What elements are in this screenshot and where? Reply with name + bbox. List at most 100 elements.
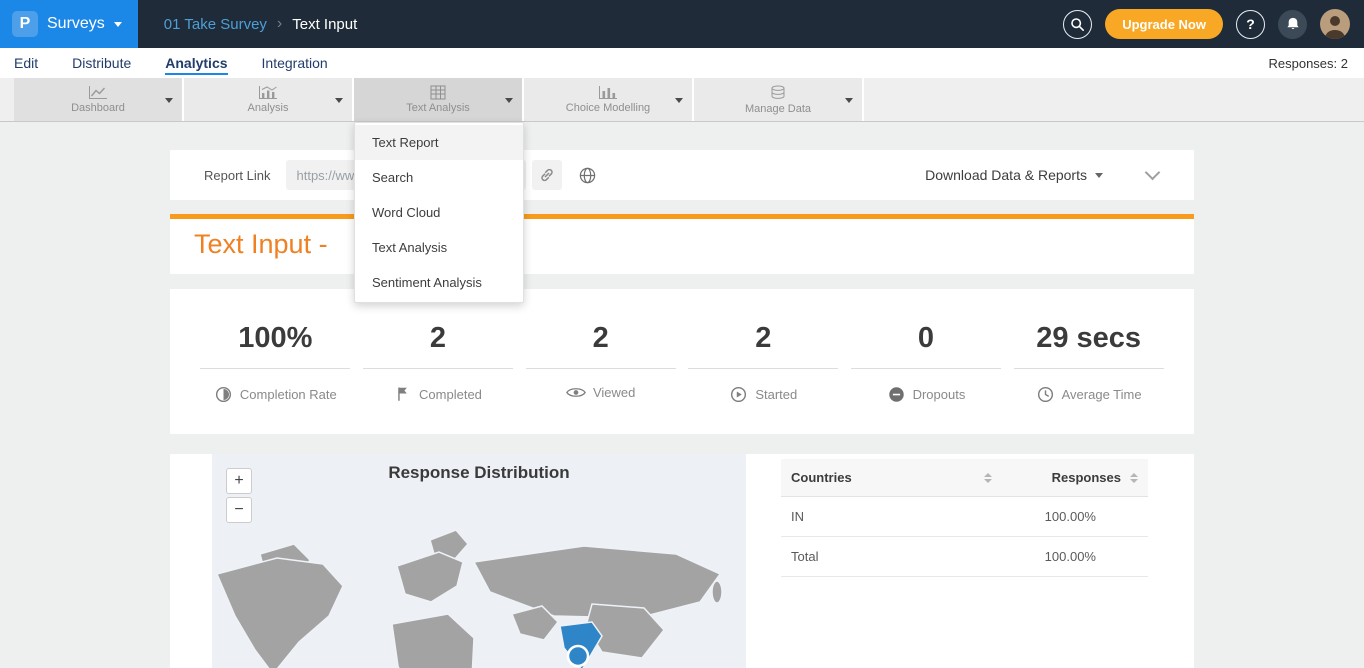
divider (526, 368, 676, 369)
chevron-down-icon (335, 98, 343, 103)
menu-item-text-report[interactable]: Text Report (355, 125, 523, 160)
stat-dropouts: 0 Dropouts (851, 323, 1001, 404)
breadcrumb-survey-name[interactable]: 01 Take Survey (164, 16, 267, 33)
nav-item-analytics[interactable]: Analytics (165, 51, 227, 75)
report-link-bar: Report Link Download Data & Reports (170, 150, 1194, 200)
collapse-panel-chevron-icon[interactable] (1145, 165, 1161, 181)
zoom-out-button[interactable]: − (226, 497, 252, 523)
toolbar-tab-dashboard[interactable]: Dashboard (14, 78, 184, 121)
toolbar-tab-label: Dashboard (71, 102, 125, 114)
header-label: Countries (791, 470, 852, 485)
text-analysis-menu: Text Report Search Word Cloud Text Analy… (354, 122, 524, 303)
map-cluster-marker (568, 646, 588, 666)
country-cell: IN (791, 509, 1008, 524)
search-icon (1070, 17, 1085, 32)
menu-item-sentiment-analysis[interactable]: Sentiment Analysis (355, 265, 523, 300)
download-label: Download Data & Reports (925, 167, 1087, 183)
help-button[interactable]: ? (1236, 10, 1265, 39)
table-icon (430, 85, 446, 100)
map-title: Response Distribution (212, 463, 746, 483)
country-cell: Total (791, 549, 1008, 564)
completion-gauge-icon (214, 385, 233, 404)
response-distribution-card: Response Distribution + − (170, 454, 1194, 668)
avatar[interactable] (1320, 9, 1350, 39)
map-zoom-controls: + − (226, 468, 252, 523)
download-data-reports-dropdown[interactable]: Download Data & Reports (925, 167, 1103, 183)
nav-item-integration[interactable]: Integration (262, 51, 328, 75)
responses-counter: Responses: 2 (1269, 56, 1349, 71)
chevron-down-icon (165, 98, 173, 103)
toolbar-tab-text-analysis[interactable]: Text Analysis (354, 78, 524, 121)
breadcrumb: 01 Take Survey › Text Input (164, 15, 358, 33)
nav-item-edit[interactable]: Edit (14, 51, 38, 75)
stat-value: 2 (688, 323, 838, 353)
stat-value: 2 (363, 323, 513, 353)
world-map[interactable] (212, 454, 746, 668)
copy-link-button[interactable] (532, 160, 562, 190)
public-report-button[interactable] (578, 166, 597, 185)
menu-item-word-cloud[interactable]: Word Cloud (355, 195, 523, 230)
stat-label: Average Time (1062, 387, 1142, 402)
bell-icon (1284, 15, 1302, 33)
toolbar-tab-analysis[interactable]: Analysis (184, 78, 354, 121)
countries-table: Countries Responses IN 100.00% Total 100… (781, 459, 1148, 577)
toolbar-tab-manage-data[interactable]: Manage Data (694, 78, 864, 121)
header-countries[interactable]: Countries (791, 470, 1008, 485)
stat-value: 2 (526, 323, 676, 353)
divider (363, 368, 513, 369)
search-button[interactable] (1063, 10, 1092, 39)
eye-icon (566, 386, 586, 399)
notifications-button[interactable] (1278, 10, 1307, 39)
stat-started: 2 Started (688, 323, 838, 404)
responses-cell: 100.00% (1008, 549, 1138, 564)
minus-circle-icon (887, 385, 906, 404)
toolbar-tab-label: Manage Data (745, 103, 811, 115)
response-map-panel: Response Distribution + − (212, 454, 746, 668)
sort-icon (1130, 473, 1138, 483)
stat-value: 29 secs (1014, 323, 1164, 353)
column-chart-icon (598, 85, 618, 100)
nav-item-distribute[interactable]: Distribute (72, 51, 131, 75)
stat-label: Completed (419, 387, 482, 402)
question-title-card: Text Input - (170, 214, 1194, 274)
survey-nav: Edit Distribute Analytics Integration Re… (0, 48, 1364, 78)
clock-icon (1036, 385, 1055, 404)
divider (851, 368, 1001, 369)
product-name: Surveys (47, 15, 105, 33)
stat-value: 100% (200, 323, 350, 353)
chevron-down-icon (114, 22, 122, 27)
chevron-down-icon (505, 98, 513, 103)
toolbar-tab-label: Choice Modelling (566, 102, 650, 114)
table-row: IN 100.00% (781, 497, 1148, 537)
upgrade-button[interactable]: Upgrade Now (1105, 9, 1223, 39)
stat-label: Completion Rate (240, 387, 337, 402)
chevron-down-icon (845, 98, 853, 103)
questionpro-logo-icon: P (12, 11, 38, 37)
app-window: P Surveys 01 Take Survey › Text Input Up… (0, 0, 1364, 668)
country-shape (392, 614, 474, 668)
user-photo-icon (1320, 9, 1350, 39)
toolbar-tab-label: Analysis (248, 102, 289, 114)
toolbar-tab-label: Text Analysis (406, 102, 470, 114)
zoom-in-button[interactable]: + (226, 468, 252, 494)
breadcrumb-current-page: Text Input (292, 16, 357, 33)
play-circle-icon (729, 385, 748, 404)
logo-letter: P (20, 15, 31, 33)
stat-completion-rate: 100% Completion Rate (200, 323, 350, 404)
analytics-toolbar: Dashboard Analysis Text Analysis Choice … (0, 78, 1364, 122)
report-page: Report Link Download Data & Reports Text… (0, 122, 1364, 668)
stat-completed: 2 Completed (363, 323, 513, 404)
breadcrumb-separator: › (277, 15, 282, 33)
line-chart-icon (88, 85, 108, 100)
table-row: Total 100.00% (781, 537, 1148, 577)
country-shape (397, 552, 463, 602)
toolbar-tab-choice-modelling[interactable]: Choice Modelling (524, 78, 694, 121)
menu-item-text-analysis[interactable]: Text Analysis (355, 230, 523, 265)
header-responses[interactable]: Responses (1008, 470, 1138, 485)
menu-item-search[interactable]: Search (355, 160, 523, 195)
summary-stats-card: 100% Completion Rate 2 Completed 2 (170, 289, 1194, 434)
stat-label: Dropouts (913, 387, 966, 402)
link-icon (539, 167, 555, 183)
product-switcher[interactable]: P Surveys (0, 0, 138, 48)
database-icon (770, 85, 786, 101)
